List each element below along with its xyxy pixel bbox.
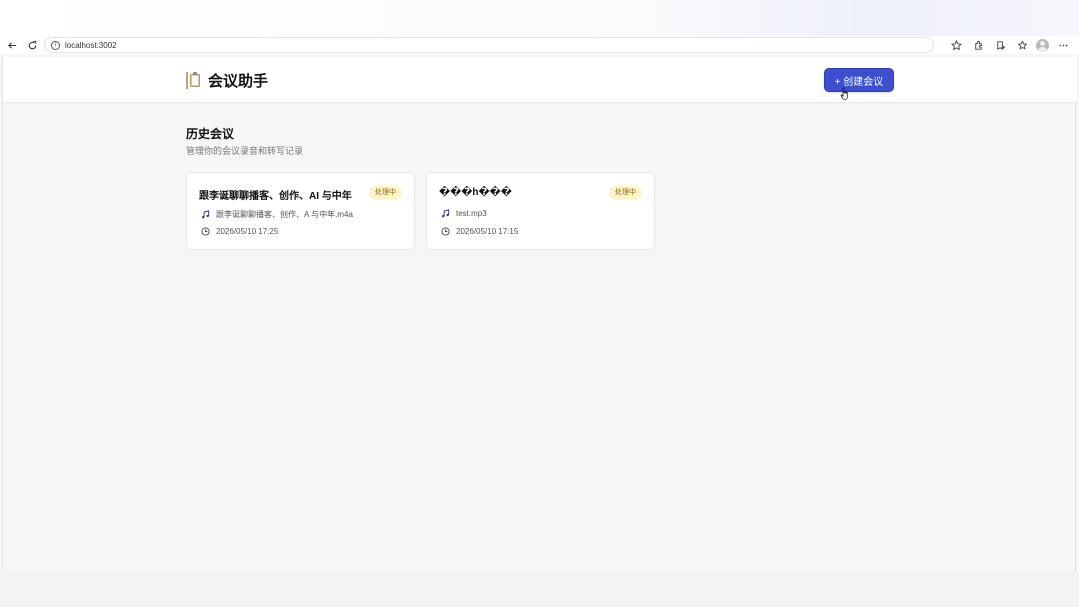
meeting-time-text: 2026/05/10 17:25 (216, 227, 279, 236)
create-meeting-button[interactable]: + 创建会议 (824, 68, 894, 92)
app-page: 会议助手 + 创建会议 历史会议 管理你的会议录音和转写记录 跟李诞聊聊播客、创… (2, 57, 1077, 571)
url-text: localhost:3002 (65, 40, 117, 50)
reload-icon[interactable] (24, 37, 40, 53)
meeting-file-name: 跟李诞聊聊播客、创作、A 与中年.m4a (216, 210, 353, 219)
section-title: 历史会议 (186, 127, 235, 141)
meeting-title: 跟李诞聊聊播客、创作、AI 与中年 (199, 191, 352, 202)
address-bar[interactable]: i localhost:3002 (44, 37, 934, 53)
meeting-file-name: test.mp3 (456, 209, 487, 218)
more-icon[interactable] (1055, 37, 1071, 53)
favorites-icon[interactable] (992, 37, 1008, 53)
status-badge: 处理中 (369, 186, 402, 200)
clock-icon (441, 227, 450, 236)
meeting-file: 跟李诞聊聊播客、创作、A 与中年.m4a (201, 209, 353, 220)
profile-avatar[interactable] (1036, 38, 1049, 52)
extension-icon[interactable] (970, 37, 986, 53)
app-title: 会议助手 (208, 73, 269, 90)
section-subtitle: 管理你的会议录音和转写记录 (186, 146, 304, 156)
clipboard-icon (186, 72, 201, 89)
browser-tools (948, 37, 1071, 53)
cursor-hand-icon (840, 87, 848, 101)
meeting-file: test.mp3 (441, 209, 487, 218)
music-note-icon (201, 210, 210, 219)
back-icon[interactable] (4, 37, 20, 53)
music-note-icon (441, 209, 450, 218)
star-icon[interactable] (948, 37, 964, 53)
browser-toolbar: i localhost:3002 (0, 36, 1079, 54)
app-header: 会议助手 + 创建会议 (3, 57, 1077, 103)
status-badge: 处理中 (609, 186, 642, 200)
meeting-time: 2026/05/10 17:25 (201, 227, 278, 236)
collections-icon[interactable] (1014, 37, 1030, 53)
meeting-card[interactable]: 跟李诞聊聊播客、创作、AI 与中年 处理中 跟李诞聊聊播客、创作、A 与中年.m… (186, 172, 415, 250)
meeting-time: 2026/05/10 17:15 (441, 227, 518, 236)
clock-icon (201, 227, 210, 236)
meeting-card[interactable]: ���h��� 处理中 test.mp3 2026/05/10 17:15 (426, 172, 655, 250)
meeting-time-text: 2026/05/10 17:15 (456, 227, 519, 236)
window-top-strip (0, 0, 1079, 36)
info-icon[interactable]: i (51, 40, 60, 50)
meeting-title: ���h��� (439, 187, 512, 198)
window-bottom-strip (0, 571, 1079, 607)
brand: 会议助手 (186, 70, 268, 91)
